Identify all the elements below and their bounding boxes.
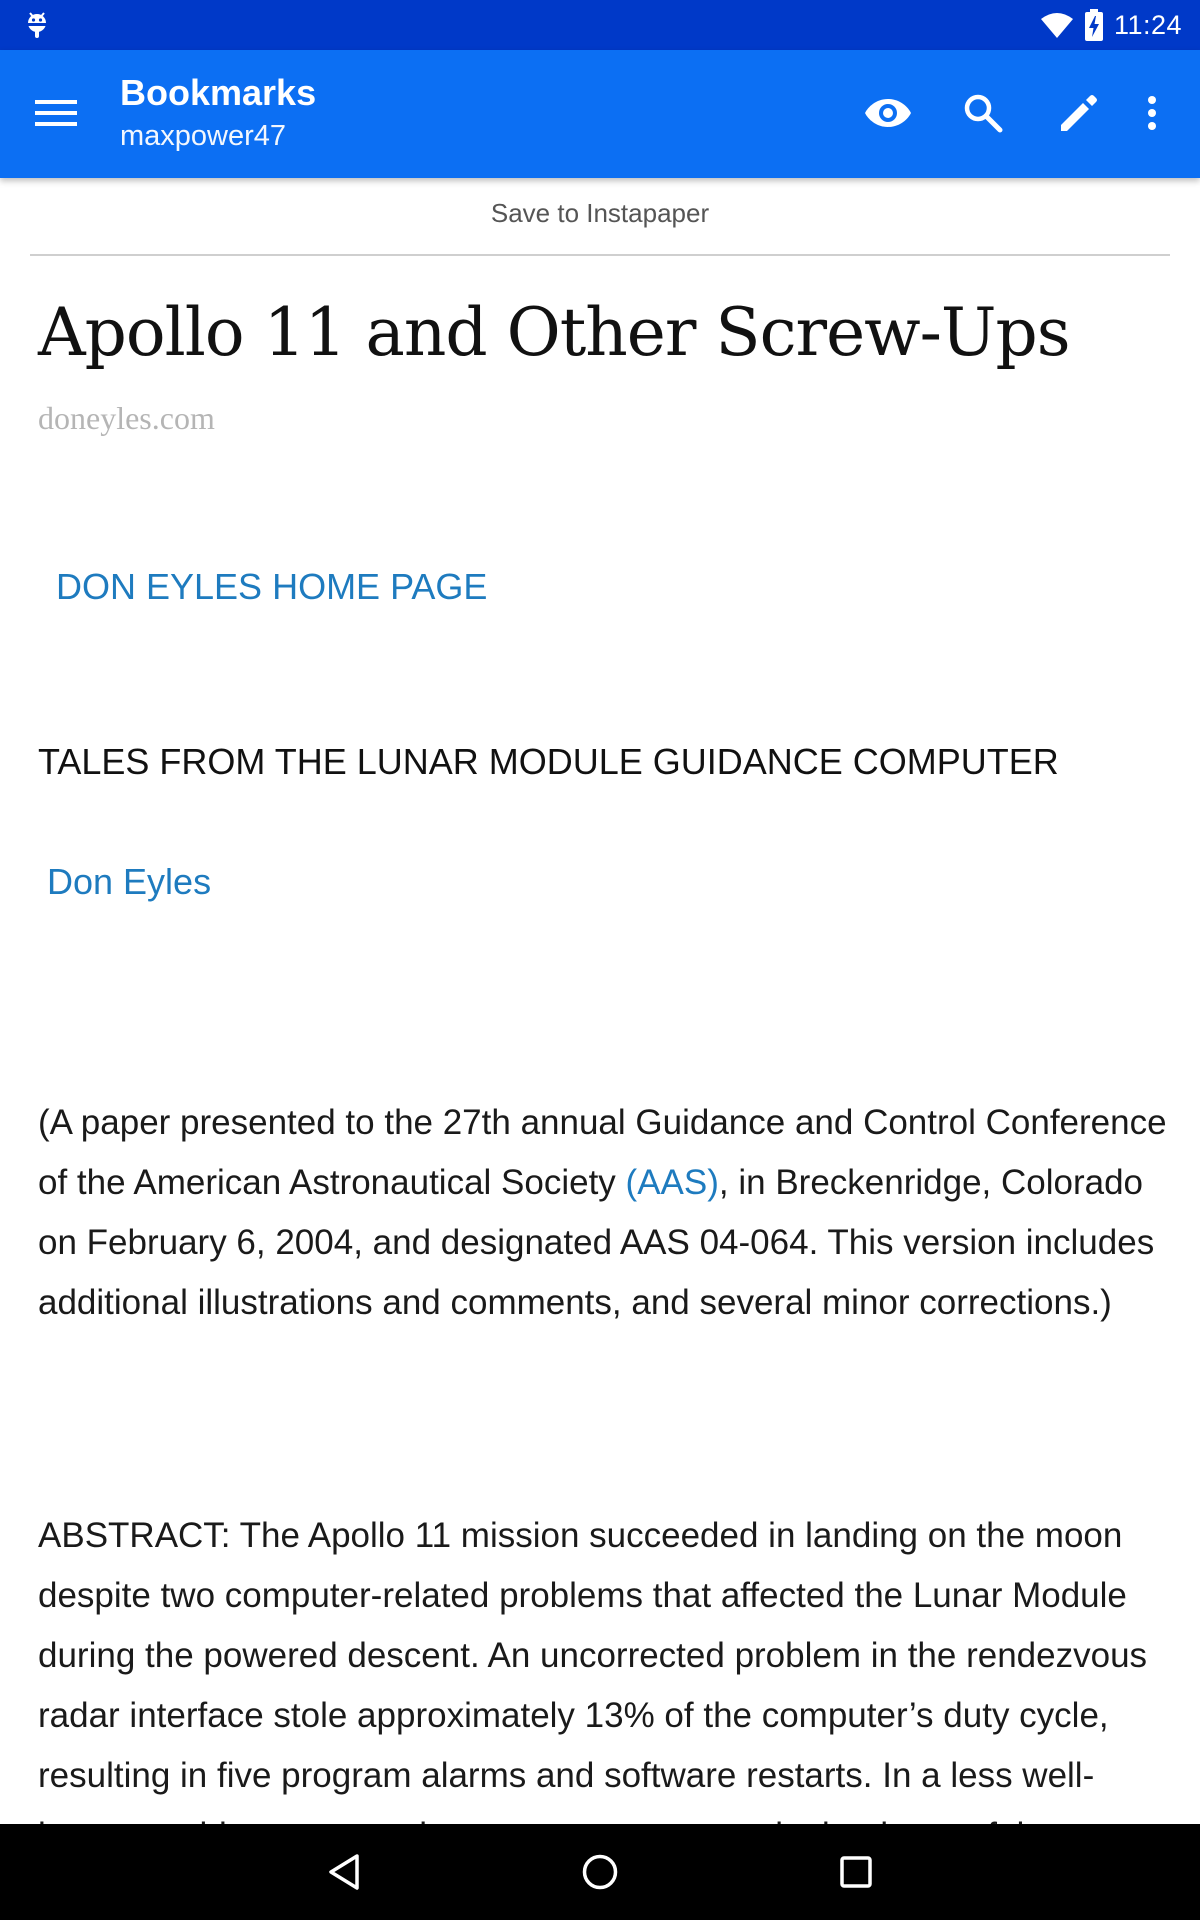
home-icon: [582, 1854, 618, 1890]
more-vert-icon: [1148, 96, 1156, 130]
android-debug-icon: [28, 12, 46, 38]
app-bar: Bookmarks maxpower47: [0, 50, 1200, 178]
author-link[interactable]: Don Eyles: [47, 861, 211, 903]
recents-icon: [840, 1856, 872, 1888]
search-icon: [964, 94, 1003, 133]
article-title: Apollo 11 and Other Screw-Ups: [38, 294, 1071, 371]
search-button[interactable]: [949, 79, 1017, 147]
app-bar-titles: Bookmarks maxpower47: [120, 70, 316, 156]
back-icon: [329, 1854, 359, 1890]
overflow-menu-button[interactable]: [1118, 79, 1186, 147]
edit-button[interactable]: [1045, 79, 1113, 147]
view-button[interactable]: [854, 79, 922, 147]
eye-icon: [865, 99, 911, 127]
status-bar: 11:24: [0, 0, 1200, 50]
clock: 11:24: [1113, 9, 1182, 40]
edit-pencil-icon: [1061, 95, 1097, 131]
home-button[interactable]: [566, 1838, 634, 1906]
paragraph-abstract: ABSTRACT: The Apollo 11 mission succeede…: [38, 1516, 1148, 1824]
article-heading: TALES FROM THE LUNAR MODULE GUIDANCE COM…: [38, 741, 1059, 782]
divider: [30, 254, 1170, 256]
app-bar-title: Bookmarks: [120, 72, 317, 113]
home-page-link[interactable]: DON EYLES HOME PAGE: [56, 566, 487, 608]
battery-charging-icon: [1084, 9, 1103, 41]
menu-icon: [35, 100, 77, 126]
article-source: doneyles.com: [38, 400, 215, 436]
save-to-instapaper-link[interactable]: Save to Instapaper: [30, 198, 1170, 234]
paragraph-intro: (A paper presented to the 27th annual Gu…: [38, 1093, 1168, 1333]
wifi-icon: [1040, 13, 1073, 38]
app-bar-subtitle: maxpower47: [120, 120, 287, 152]
recents-button[interactable]: [822, 1838, 890, 1906]
article-content[interactable]: Save to Instapaper Apollo 11 and Other S…: [0, 178, 1200, 1824]
back-button[interactable]: [310, 1838, 378, 1906]
menu-button[interactable]: [22, 79, 90, 147]
aas-link[interactable]: (AAS): [626, 1163, 719, 1202]
navigation-bar: [0, 1824, 1200, 1920]
